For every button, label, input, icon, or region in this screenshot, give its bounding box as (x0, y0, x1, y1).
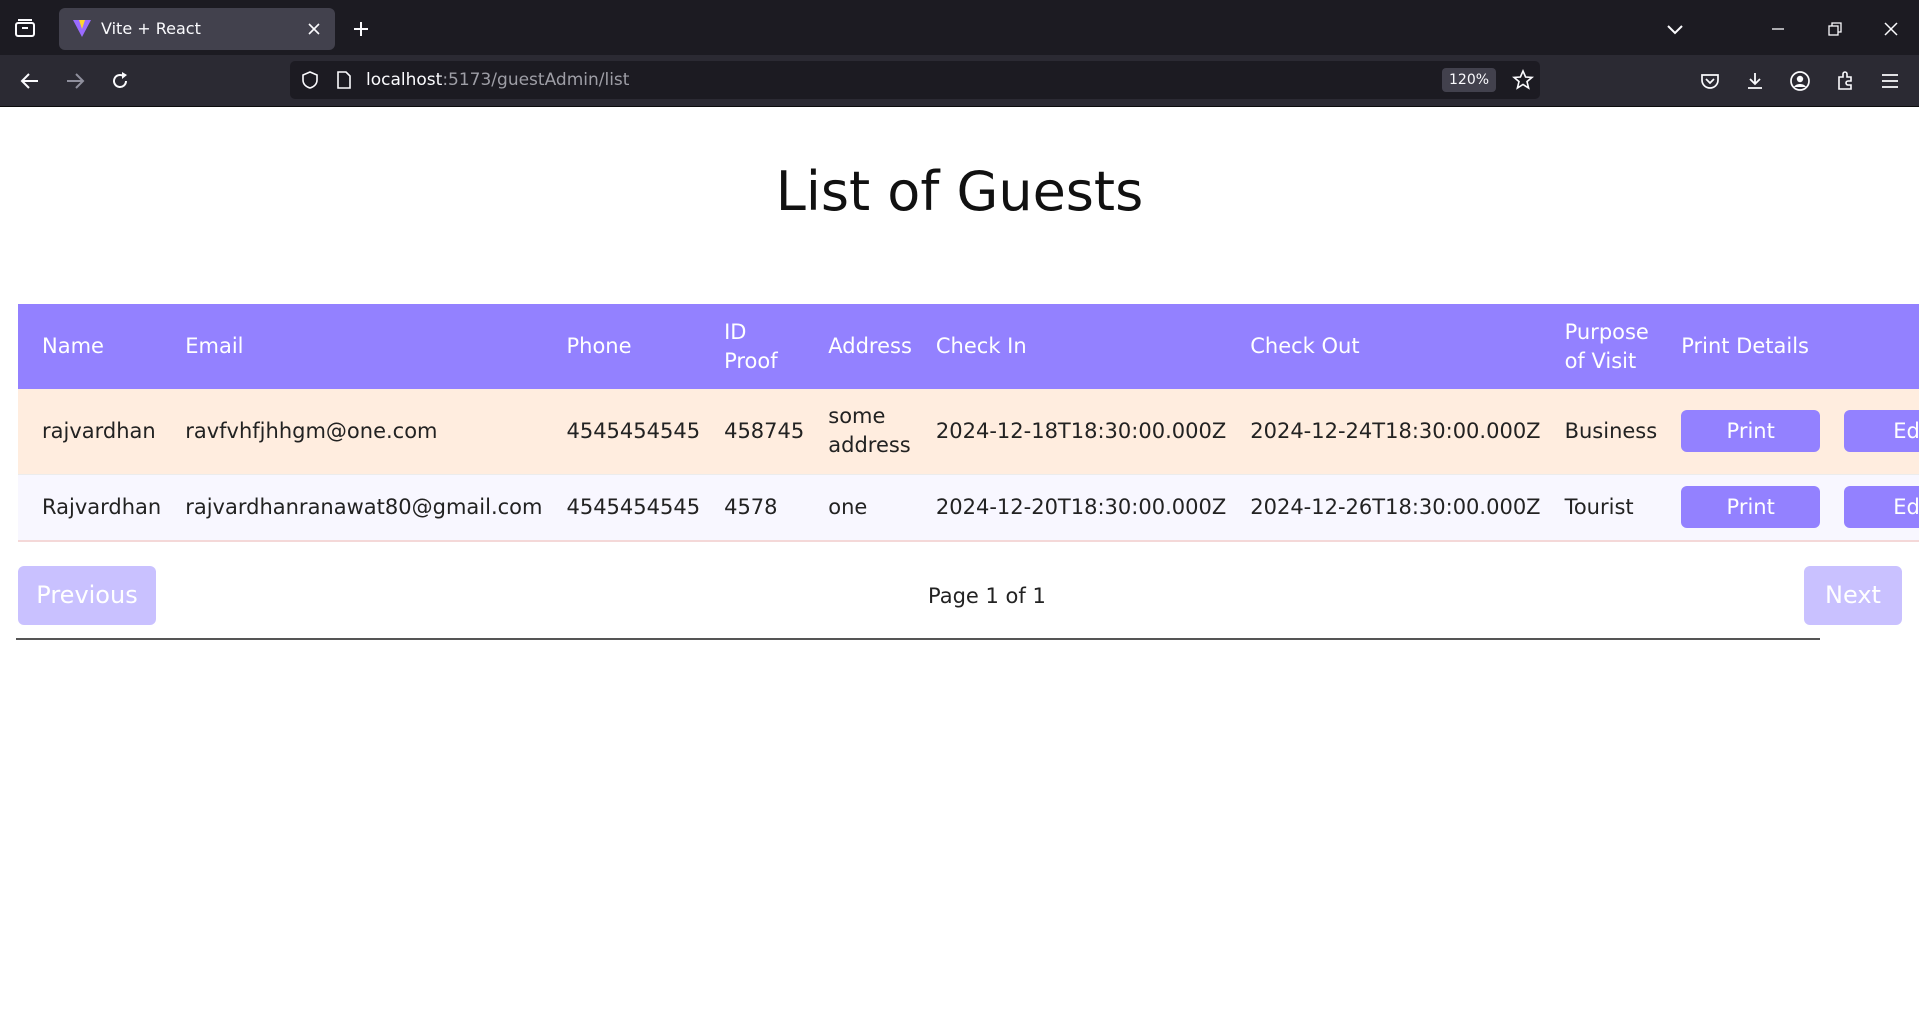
cell-name: Rajvardhan (42, 494, 162, 519)
extensions-icon[interactable] (1830, 66, 1860, 96)
forward-arrow-icon[interactable] (60, 66, 90, 96)
print-button[interactable]: Print (1681, 410, 1821, 453)
cell-email: rajvardhanranawat80@gmail.com (185, 494, 543, 519)
tab-close-icon[interactable] (303, 18, 325, 40)
tab-overflow-chevron-icon[interactable] (1660, 14, 1690, 44)
header-actions (1820, 304, 1919, 389)
hamburger-menu-icon[interactable] (1875, 66, 1905, 96)
cell-address: one (828, 494, 868, 519)
new-tab-icon[interactable] (348, 16, 374, 42)
cell-check-in: 2024-12-18T18:30:00.000Z (935, 418, 1227, 443)
reload-icon[interactable] (105, 66, 135, 96)
header-name: Name (42, 334, 104, 358)
table-row: Rajvardhan rajvardhanranawat80@gmail.com… (18, 474, 1919, 541)
browser-tab-bar: Vite + React (0, 0, 1919, 55)
cell-edit: Edit (1820, 389, 1919, 474)
edit-button[interactable]: Edit (1844, 486, 1919, 529)
shield-icon[interactable] (300, 70, 320, 94)
header-id-proof-line1: ID (724, 319, 747, 344)
url-bar[interactable]: localhost:5173/guestAdmin/list 120% (290, 61, 1540, 99)
header-id-proof: ID Proof (700, 304, 804, 389)
browser-tab-active[interactable]: Vite + React (59, 8, 335, 50)
cell-name: rajvardhan (42, 418, 156, 443)
page-title: List of Guests (775, 160, 1144, 223)
header-purpose-line2: of Visit (1564, 348, 1637, 373)
previous-button[interactable]: Previous (18, 566, 156, 625)
header-check-out: Check Out (1250, 334, 1360, 358)
minimize-icon[interactable] (1763, 14, 1793, 44)
cell-phone: 4545454545 (566, 418, 701, 443)
cell-email: ravfvhfjhhgm@one.com (185, 418, 438, 443)
guests-table: Name Email Phone ID Proof Address Check I… (18, 304, 1919, 542)
header-phone: Phone (566, 334, 632, 358)
header-purpose: Purpose of Visit (1541, 304, 1658, 389)
table-header-row: Name Email Phone ID Proof Address Check I… (18, 304, 1919, 389)
downloads-icon[interactable] (1740, 66, 1770, 96)
cell-check-out: 2024-12-24T18:30:00.000Z (1250, 418, 1541, 443)
header-purpose-line1: Purpose (1564, 319, 1649, 344)
table-row: rajvardhan ravfvhfjhhgm@one.com 45454545… (18, 389, 1919, 474)
cell-id-proof: 458745 (724, 418, 805, 443)
tab-list-icon[interactable] (12, 16, 38, 40)
header-print-details: Print Details (1681, 334, 1809, 358)
next-button[interactable]: Next (1804, 566, 1902, 625)
bookmark-star-icon[interactable] (1511, 68, 1535, 95)
header-check-in: Check In (935, 334, 1027, 358)
cell-phone: 4545454545 (566, 494, 701, 519)
print-button[interactable]: Print (1681, 486, 1821, 529)
url-text[interactable]: localhost:5173/guestAdmin/list (366, 70, 629, 90)
restore-icon[interactable] (1820, 14, 1850, 44)
cell-id-proof: 4578 (724, 494, 778, 519)
header-email: Email (185, 334, 244, 358)
pocket-icon[interactable] (1695, 66, 1725, 96)
cell-check-out: 2024-12-26T18:30:00.000Z (1250, 494, 1541, 519)
tab-title: Vite + React (101, 19, 201, 38)
back-arrow-icon[interactable] (15, 66, 45, 96)
cell-purpose: Tourist (1564, 494, 1634, 519)
vite-favicon-icon (72, 18, 92, 38)
browser-nav-bar: localhost:5173/guestAdmin/list 120% (0, 55, 1919, 107)
guests-table-container: Name Email Phone ID Proof Address Check I… (18, 304, 1919, 542)
cell-purpose: Business (1564, 418, 1658, 443)
account-icon[interactable] (1785, 66, 1815, 96)
cell-check-in: 2024-12-20T18:30:00.000Z (935, 494, 1227, 519)
page-info-icon[interactable] (335, 70, 353, 94)
cell-print: Print (1657, 474, 1821, 541)
zoom-level-badge[interactable]: 120% (1442, 68, 1497, 92)
cell-print: Print (1657, 389, 1821, 474)
edit-button[interactable]: Edit (1844, 410, 1919, 453)
divider-line (16, 638, 1820, 640)
cell-address-line2: address (828, 433, 911, 458)
page-indicator: Page 1 of 1 (928, 584, 1046, 608)
cell-address-line1: some (828, 404, 886, 429)
cell-edit: Edit (1820, 474, 1919, 541)
cell-address: some address (804, 389, 912, 474)
header-id-proof-line2: Proof (724, 348, 778, 373)
header-address: Address (828, 334, 912, 358)
close-window-icon[interactable] (1876, 14, 1906, 44)
